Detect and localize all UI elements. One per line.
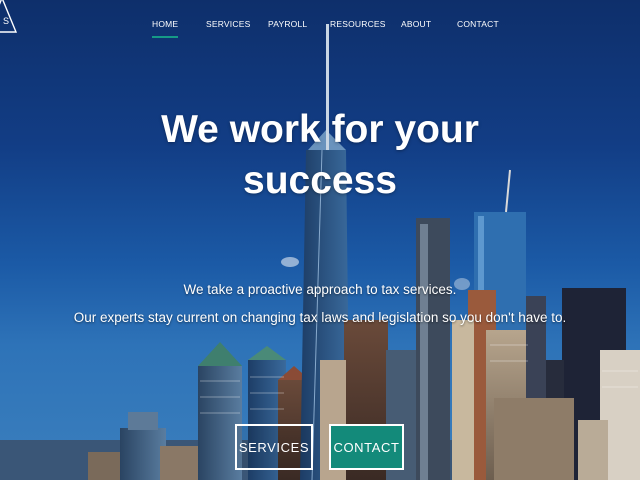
nav-item-resources[interactable]: RESOURCES	[330, 18, 386, 30]
hero-tagline-line2: Our experts stay current on changing tax…	[73, 310, 567, 325]
nav-item-services[interactable]: SERVICES	[206, 18, 250, 30]
nav-item-home[interactable]: HOME	[152, 18, 179, 38]
city-skyline-image	[0, 24, 640, 480]
hero-headline-line1: We work for your	[161, 108, 479, 151]
nav-item-contact[interactable]: CONTACT	[457, 18, 499, 30]
hero-section: S HOME SERVICES PAYROLL RESOURCES ABOUT …	[0, 0, 640, 480]
services-button[interactable]: SERVICES	[235, 424, 313, 470]
main-navigation: HOME SERVICES PAYROLL RESOURCES ABOUT CO…	[0, 18, 640, 42]
hero-headline: We work for your success	[0, 104, 640, 206]
nav-item-payroll[interactable]: PAYROLL	[268, 18, 307, 30]
hero-headline-line2: success	[243, 159, 397, 202]
nav-item-about[interactable]: ABOUT	[401, 18, 431, 30]
contact-button[interactable]: CONTACT	[329, 424, 404, 470]
hero-tagline-line1: We take a proactive approach to tax serv…	[183, 282, 457, 297]
